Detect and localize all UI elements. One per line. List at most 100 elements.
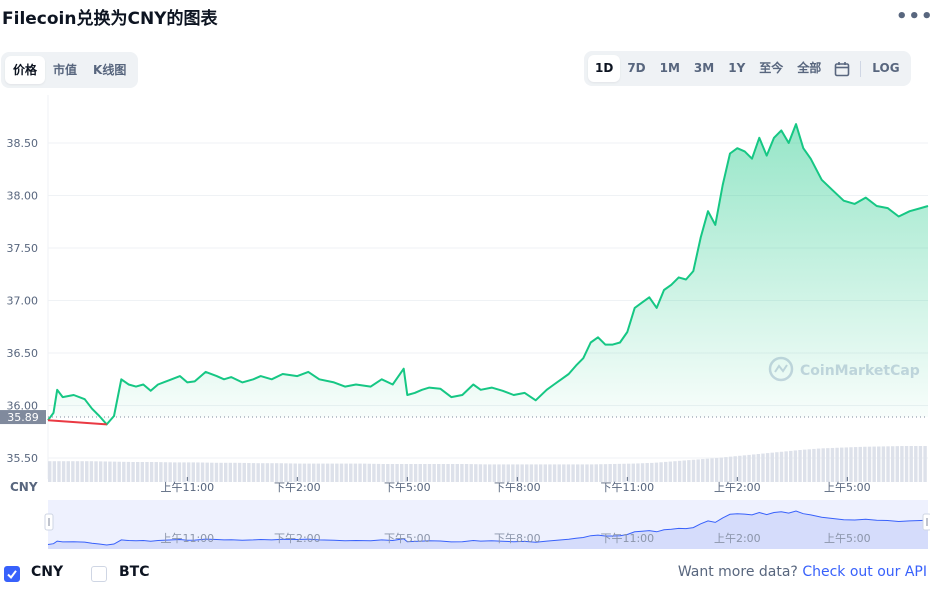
volume-bar xyxy=(488,464,492,482)
volume-bar xyxy=(636,463,640,482)
volume-bar xyxy=(200,462,205,482)
api-link[interactable]: Check out our API xyxy=(802,564,927,580)
volume-bar xyxy=(520,464,524,482)
volume-bar xyxy=(316,463,321,482)
volume-bar xyxy=(464,464,469,482)
volume-bar xyxy=(418,464,422,482)
tab-ytd[interactable]: 至今 xyxy=(752,55,790,82)
volume-bar xyxy=(293,463,297,482)
tab-market-cap[interactable]: 市值 xyxy=(45,56,85,84)
volume-bar xyxy=(395,464,399,482)
volume-bar xyxy=(302,463,307,482)
volume-bar xyxy=(149,462,154,482)
volume-bar xyxy=(506,464,510,482)
volume-bar xyxy=(247,463,251,482)
volume-bar xyxy=(589,464,594,482)
x-tick-label: 下午5:00 xyxy=(384,481,431,494)
navigator-x-tick-label: 下午8:00 xyxy=(494,532,541,545)
y-tick-label: 35.50 xyxy=(7,452,39,465)
volume-bar xyxy=(358,463,362,482)
volume-bar xyxy=(863,446,867,482)
volume-bar xyxy=(71,461,75,482)
volume-bar xyxy=(821,448,825,482)
volume-bar xyxy=(594,464,598,482)
volume-bar xyxy=(687,460,691,482)
tab-1d[interactable]: 1D xyxy=(588,55,621,82)
calendar-icon[interactable] xyxy=(828,55,856,82)
volume-bar xyxy=(182,462,186,482)
volume-bar xyxy=(450,464,455,482)
more-dots-icon[interactable]: ••• xyxy=(896,6,930,27)
volume-bar xyxy=(613,463,617,482)
volume-bar xyxy=(728,456,733,482)
price-chart[interactable]: 38.5038.0037.5037.0036.5036.0035.5035.89… xyxy=(0,95,930,555)
volume-bar xyxy=(335,463,339,482)
chart-type-tabs: 价格 市值 K线图 xyxy=(1,52,139,88)
volume-bar xyxy=(210,462,214,482)
tab-candlestick[interactable]: K线图 xyxy=(85,56,134,84)
volume-bar xyxy=(631,463,636,482)
volume-bar xyxy=(330,463,334,482)
volume-bar xyxy=(52,461,57,482)
volume-bar xyxy=(501,464,506,482)
volume-bar xyxy=(677,460,682,482)
volume-bar xyxy=(191,462,196,482)
volume-bar xyxy=(789,450,793,482)
tab-3m[interactable]: 3M xyxy=(687,55,721,82)
volume-bar xyxy=(224,462,228,482)
log-scale-toggle[interactable]: LOG xyxy=(865,55,906,82)
volume-bar xyxy=(881,446,886,482)
volume-bar xyxy=(710,458,714,482)
tab-all[interactable]: 全部 xyxy=(790,55,828,82)
x-tick-label: 上午5:00 xyxy=(824,481,871,494)
volume-bar xyxy=(918,446,923,482)
volume-bar xyxy=(413,464,418,482)
btc-checkbox[interactable] xyxy=(91,566,107,582)
volume-bar xyxy=(742,455,747,482)
volume-bar xyxy=(89,461,94,482)
volume-bar xyxy=(61,461,66,482)
x-tick-label: 下午8:00 xyxy=(494,481,541,494)
volume-bar xyxy=(478,464,483,482)
volume-bar xyxy=(557,464,561,482)
volume-bar xyxy=(159,462,163,482)
more-data-text: Want more data? Check out our API xyxy=(678,564,927,580)
volume-bar xyxy=(57,461,61,482)
volume-bar xyxy=(835,447,839,482)
volume-bar xyxy=(645,463,649,482)
volume-bar xyxy=(877,446,881,482)
cny-checkbox[interactable] xyxy=(4,566,20,582)
volume-bar xyxy=(344,463,348,482)
volume-bar xyxy=(108,461,112,482)
volume-bar xyxy=(251,463,256,482)
volume-bar xyxy=(233,462,237,482)
volume-bar xyxy=(696,459,700,482)
volume-bar xyxy=(298,463,302,482)
volume-bar xyxy=(738,455,742,482)
tab-7d[interactable]: 7D xyxy=(620,55,652,82)
volume-bar xyxy=(770,452,774,482)
volume-bar xyxy=(802,449,807,482)
time-range-tabs: 1D 7D 1M 3M 1Y 至今 全部 LOG xyxy=(584,51,911,86)
volume-bar xyxy=(372,463,376,482)
volume-bar xyxy=(242,462,246,482)
price-line-below-baseline xyxy=(47,419,107,426)
check-icon xyxy=(7,570,17,580)
tab-price[interactable]: 价格 xyxy=(5,56,46,84)
navigator-x-tick-label: 上午11:00 xyxy=(160,532,214,545)
navigator-x-tick-label: 下午5:00 xyxy=(384,532,431,545)
volume-bar xyxy=(858,446,862,482)
volume-bar xyxy=(765,453,770,482)
volume-bar xyxy=(733,456,737,482)
navigator-x-tick-label: 上午2:00 xyxy=(714,532,761,545)
tab-1y[interactable]: 1Y xyxy=(721,55,752,82)
volume-bar xyxy=(909,446,913,482)
volume-bar xyxy=(196,462,200,482)
volume-bar xyxy=(511,464,515,482)
volume-bar xyxy=(552,464,557,482)
volume-bar xyxy=(608,464,612,482)
y-tick-label: 37.50 xyxy=(7,242,39,255)
volume-bar xyxy=(826,448,830,482)
tab-1m[interactable]: 1M xyxy=(653,55,687,82)
divider xyxy=(860,60,862,77)
